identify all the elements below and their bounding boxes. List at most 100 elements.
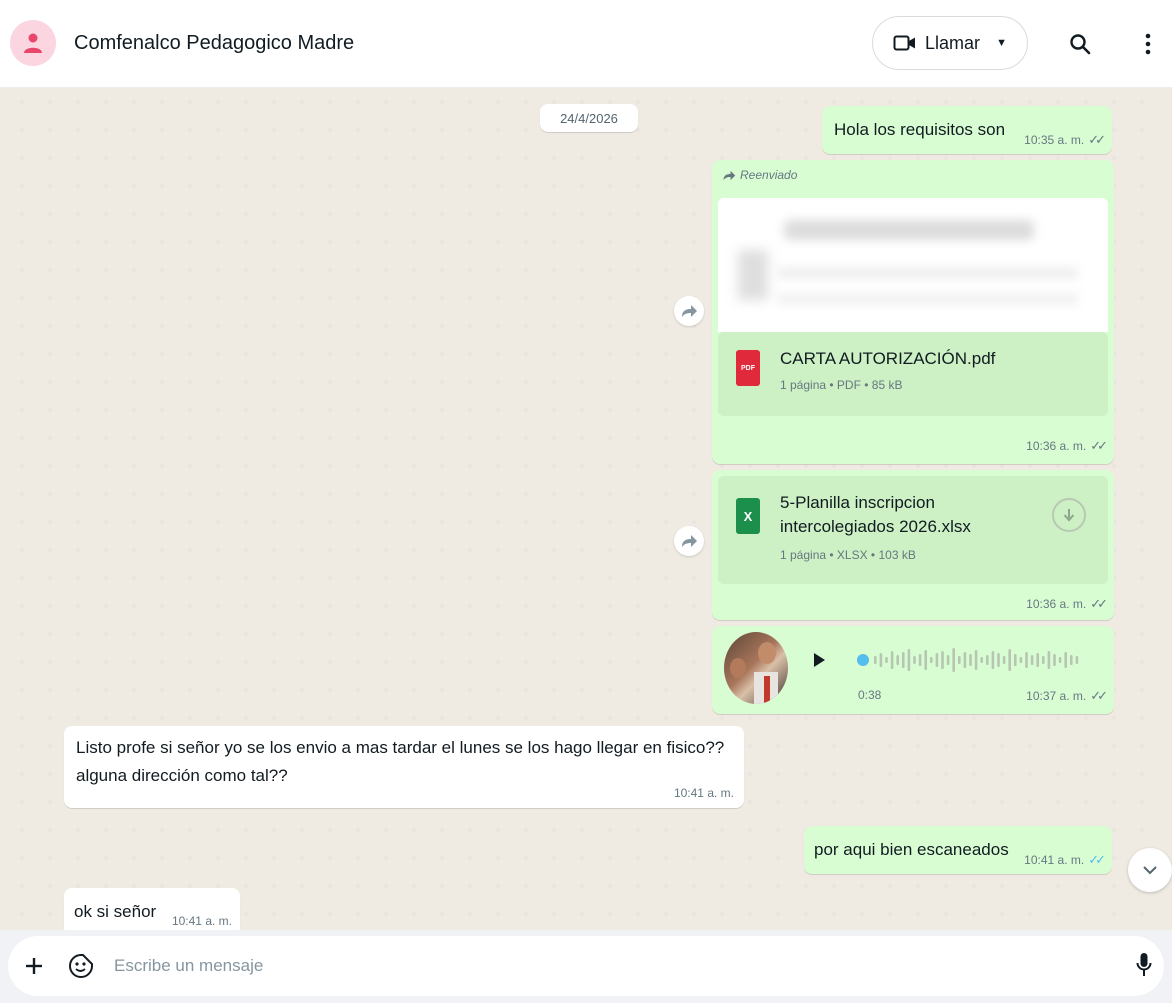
message-input[interactable]: Escribe un mensaje [114,956,263,976]
waveform-bar [997,653,1000,667]
forward-button[interactable] [674,296,704,326]
waveform-bar [1008,649,1011,671]
more-vertical-icon [1145,33,1151,55]
playback-position-dot[interactable] [857,654,869,666]
file-name: CARTA AUTORIZACIÓN.pdf [780,349,996,368]
chat-header: Comfenalco Pedagogico Madre Llamar ▼ [0,0,1172,88]
waveform-bar [1064,652,1067,668]
waveform-bar [986,655,989,665]
waveform-bar [890,651,894,669]
document-card[interactable]: X 5-Planilla inscripcion intercolegiados… [718,476,1108,584]
sticker-icon [69,954,93,978]
double-check-icon: ✓✓ [1090,688,1108,703]
waveform-bar [1075,656,1079,664]
person-icon [24,33,42,53]
xlsx-file-icon: X [736,498,760,534]
document-card[interactable]: PDF CARTA AUTORIZACIÓN.pdf 1 página • PD… [718,332,1108,416]
waveform-bar [1019,657,1023,663]
waveform-bar [952,648,955,672]
voice-duration: 0:38 [858,688,882,702]
waveform-bar [1002,656,1006,664]
outgoing-voice-message[interactable]: 0:38 10:37 a. m. ✓✓ [712,626,1114,714]
sender-avatar [724,632,788,704]
attach-button[interactable] [24,956,44,981]
outgoing-document-message[interactable]: X 5-Planilla inscripcion intercolegiados… [712,470,1114,620]
waveform-bar [1014,654,1017,666]
waveform-bar [1030,655,1034,665]
waveform-bar [963,652,967,668]
waveform-bar [913,656,916,664]
waveform-bar [1042,656,1045,664]
scroll-to-bottom-button[interactable] [1128,848,1172,892]
search-button[interactable] [1062,26,1098,62]
message-time: 10:41 a. m. ✓✓ [1024,852,1106,867]
waveform-bar [1025,652,1028,668]
double-check-icon: ✓✓ [1090,596,1108,611]
sticker-button[interactable] [68,953,94,984]
waveform-bar [991,651,995,669]
waveform-bar [1047,651,1051,669]
caret-down-icon: ▼ [996,37,1007,49]
waveform-bar [902,652,905,668]
message-text: Hola los requisitos son [834,120,1006,139]
forward-icon [682,535,697,547]
composer-box: Escribe un mensaje [8,936,1164,996]
audio-waveform[interactable] [856,646,1088,674]
download-icon [1063,509,1075,522]
outgoing-document-message[interactable]: Reenviado PDF CARTA AUTORIZACIÓN.pdf 1 p… [712,160,1114,464]
waveform-bar [1058,657,1062,663]
forward-button[interactable] [674,526,704,556]
outgoing-message[interactable]: por aqui bien escaneados 10:41 a. m. ✓✓ [804,826,1112,874]
file-info: 1 página • PDF • 85 kB [780,378,903,392]
outgoing-message[interactable]: Hola los requisitos son 10:35 a. m. ✓✓ [822,106,1112,154]
waveform-bar [969,654,972,666]
composer: Escribe un mensaje [0,930,1172,1003]
message-time: 10:37 a. m. ✓✓ [1026,688,1108,703]
file-info: 1 página • XLSX • 103 kB [780,548,916,562]
pdf-file-icon: PDF [736,350,760,386]
play-icon [814,653,825,667]
waveform-bar [924,650,927,670]
call-button-label: Llamar [925,32,981,53]
file-name-line2: intercolegiados 2026.xlsx [780,517,971,536]
play-button[interactable] [812,652,826,673]
forward-icon [723,170,736,180]
microphone-icon [1136,953,1152,976]
double-check-icon: ✓✓ [1090,438,1108,453]
message-time: 10:36 a. m. ✓✓ [1026,438,1108,453]
message-text: por aqui bien escaneados [814,840,1009,859]
call-button[interactable]: Llamar ▼ [872,16,1028,70]
message-time: 10:41 a. m. [673,786,734,800]
waveform-bar [946,655,950,665]
waveform-bar [1036,653,1039,667]
menu-button[interactable] [1130,26,1166,62]
waveform-bar [980,657,983,663]
double-check-icon: ✓✓ [1088,132,1106,147]
waveform-bar [879,653,883,667]
message-list[interactable]: 24/4/2026 Hola los requisitos son 10:35 … [8,88,1168,930]
search-icon [1070,34,1091,55]
contact-name[interactable]: Comfenalco Pedagogico Madre [74,32,354,55]
forward-icon [682,305,697,317]
document-preview[interactable] [718,198,1108,332]
waveform-bar [885,657,888,663]
message-text-line2: alguna dirección como tal?? [76,766,288,785]
download-button[interactable] [1052,498,1086,532]
waveform-bar [1053,654,1056,666]
waveform-bar [874,656,877,664]
message-time: 10:36 a. m. ✓✓ [1026,596,1108,611]
message-time: 10:41 a. m. [171,914,232,928]
waveform-bar [907,649,911,671]
video-camera-icon [893,35,916,51]
plus-icon [26,958,42,974]
incoming-message[interactable]: Listo profe si señor yo se los envio a m… [64,726,744,808]
waveform-bar [958,656,961,664]
contact-avatar[interactable] [10,20,56,66]
incoming-message[interactable]: ok si señor 10:41 a. m. [64,888,240,930]
waveform-bar [941,651,944,669]
message-text: ok si señor [74,902,157,921]
message-text-line1: Listo profe si señor yo se los envio a m… [76,738,725,757]
message-time: 10:35 a. m. ✓✓ [1024,132,1106,147]
waveform-bar [935,653,939,667]
voice-record-button[interactable] [1136,952,1152,983]
